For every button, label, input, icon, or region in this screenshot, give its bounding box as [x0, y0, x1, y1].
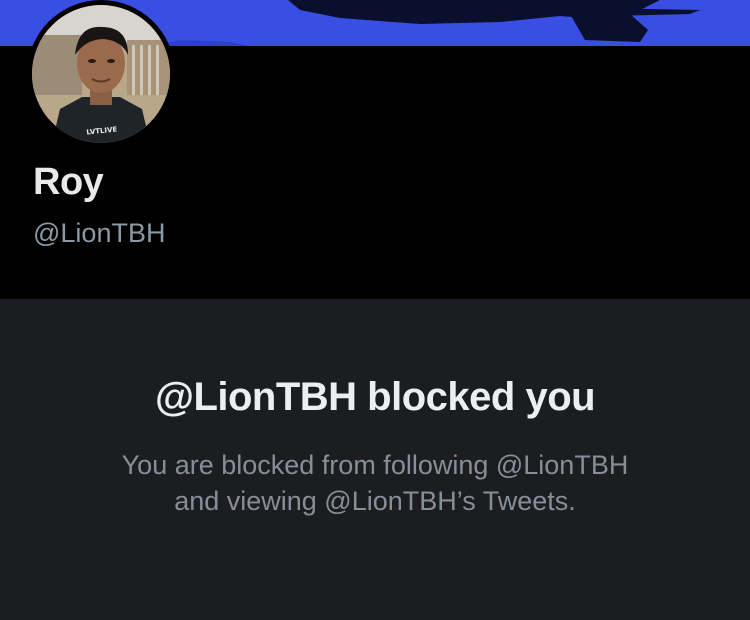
profile-header: LVTLIVE Roy @LionTBH — [0, 0, 750, 299]
blocked-notice: @LionTBH blocked you You are blocked fro… — [0, 299, 750, 620]
display-name: Roy — [33, 161, 104, 203]
blocked-description-line-1: You are blocked from following @LionTBH — [121, 450, 629, 480]
user-handle: @LionTBH — [33, 218, 166, 248]
profile-page: LVTLIVE Roy @LionTBH @LionTBH blocked yo… — [0, 0, 750, 620]
blocked-description-line-2: and viewing @LionTBH’s Tweets. — [174, 486, 576, 516]
profile-photo: LVTLIVE — [32, 5, 170, 143]
blocked-description: You are blocked from following @LionTBH … — [75, 447, 675, 519]
blocked-title: @LionTBH blocked you — [154, 375, 596, 419]
avatar[interactable]: LVTLIVE — [27, 0, 175, 148]
